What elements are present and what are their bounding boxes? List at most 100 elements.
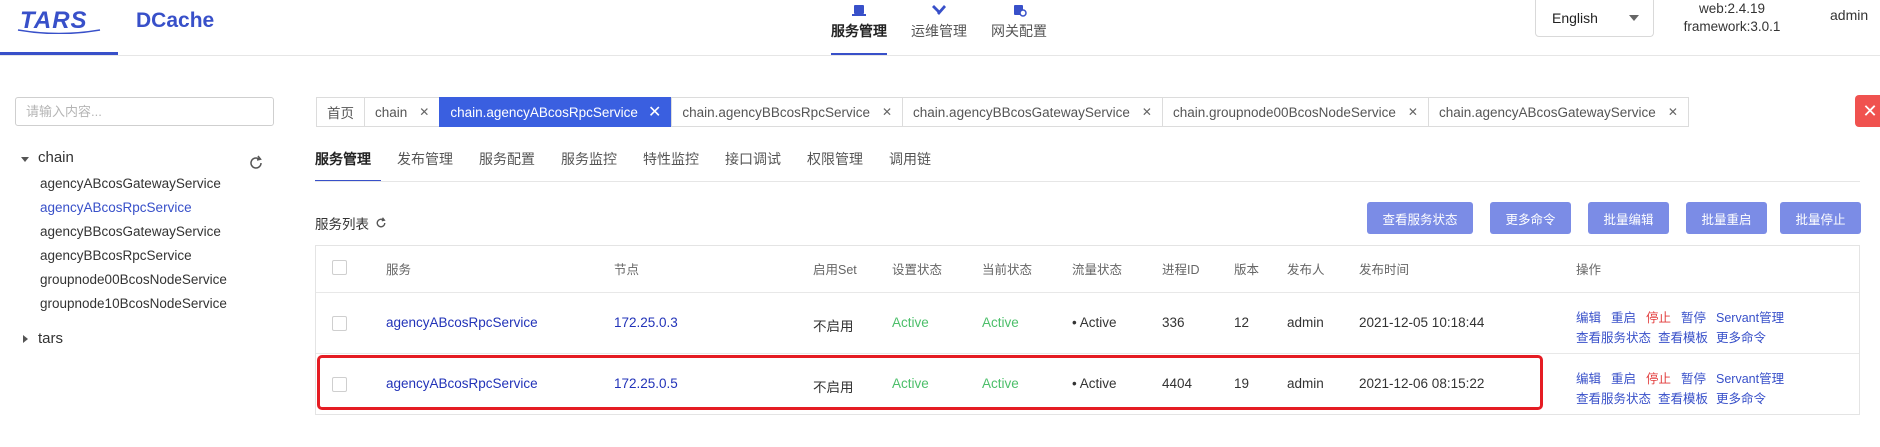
tree-item[interactable]: groupnode00BcosNodeService <box>40 272 227 287</box>
nav-service-management[interactable]: 服务管理 <box>831 0 887 55</box>
tab-agencyBBcosRpcService[interactable]: chain.agencyBBcosRpcService ✕ <box>671 97 903 127</box>
more-commands-link[interactable]: 更多命令 <box>1716 327 1766 346</box>
col-header-pid: 进程ID <box>1162 263 1200 277</box>
subtab-service-monitor[interactable]: 服务监控 <box>561 148 627 182</box>
col-header-version: 版本 <box>1234 263 1260 277</box>
set-cell: 不启用 <box>813 319 854 334</box>
tab-home[interactable]: 首页 <box>316 97 364 127</box>
nav-label: 网关配置 <box>991 23 1047 39</box>
edit-link[interactable]: 编辑 <box>1576 307 1601 326</box>
caret-down-icon[interactable] <box>21 157 29 162</box>
col-header-operations: 操作 <box>1576 263 1602 277</box>
tools-icon <box>932 5 946 15</box>
refresh-icon[interactable] <box>375 217 387 229</box>
close-icon[interactable]: ✕ <box>1142 105 1152 119</box>
caret-right-icon[interactable] <box>23 335 28 343</box>
version-framework: framework:3.0.1 <box>1683 19 1781 34</box>
refresh-icon[interactable] <box>248 155 264 171</box>
dcache-logo-text: DCache <box>136 9 215 32</box>
subtab-call-chain[interactable]: 调用链 <box>889 148 941 182</box>
tree-item[interactable]: groupnode10BcosNodeService <box>40 296 227 311</box>
row-divider <box>316 353 1859 354</box>
pause-link[interactable]: 暂停 <box>1681 368 1706 387</box>
restart-link[interactable]: 重启 <box>1611 368 1636 387</box>
tree-item[interactable]: agencyBBcosGatewayService <box>40 224 221 239</box>
tree-item-selected[interactable]: agencyABcosRpcService <box>40 200 192 215</box>
close-icon[interactable]: ✕ <box>648 102 661 122</box>
col-header-node: 节点 <box>614 263 640 277</box>
nav-gateway-config[interactable]: 网关配置 <box>991 0 1047 55</box>
restart-link[interactable]: 重启 <box>1611 307 1636 326</box>
language-value: English <box>1552 10 1598 26</box>
user-menu[interactable]: admin <box>1830 7 1868 23</box>
view-service-status-button[interactable]: 查看服务状态 <box>1367 202 1473 234</box>
servant-management-link[interactable]: Servant管理 <box>1716 368 1784 387</box>
tab-agencyABcosRpcService[interactable]: chain.agencyABcosRpcService ✕ <box>439 97 672 127</box>
batch-stop-button[interactable]: 批量停止 <box>1780 202 1861 234</box>
node-link[interactable]: 172.25.0.3 <box>614 315 678 330</box>
col-header-flow-state: 流量状态 <box>1072 263 1123 277</box>
col-header-setting-state: 设置状态 <box>892 263 943 277</box>
servant-management-link[interactable]: Servant管理 <box>1716 307 1784 326</box>
tab-chain[interactable]: chain ✕ <box>364 97 440 127</box>
nav-ops-management[interactable]: 运维管理 <box>911 0 967 55</box>
tab-label: chain.groupnode00BcosNodeService <box>1172 104 1396 120</box>
subtab-service-config[interactable]: 服务配置 <box>479 148 545 182</box>
tab-label: chain.agencyBBcosRpcService <box>682 104 870 120</box>
present-state-cell: Active <box>982 315 1019 330</box>
col-header-publish-time: 发布时间 <box>1359 263 1410 277</box>
tars-logo[interactable]: TARS <box>14 4 104 35</box>
highlighted-row-annotation <box>317 355 1543 410</box>
more-commands-link[interactable]: 更多命令 <box>1716 388 1766 407</box>
tab-agencyBBcosGatewayService[interactable]: chain.agencyBBcosGatewayService ✕ <box>902 97 1162 127</box>
pause-link[interactable]: 暂停 <box>1681 307 1706 326</box>
tree-node-chain[interactable]: chain <box>38 149 74 166</box>
close-icon[interactable]: ✕ <box>419 105 429 119</box>
row-checkbox[interactable] <box>332 316 347 331</box>
stop-link[interactable]: 停止 <box>1646 368 1671 387</box>
version-cell: 12 <box>1234 315 1250 330</box>
close-icon[interactable]: ✕ <box>1408 105 1418 119</box>
view-status-link[interactable]: 查看服务状态 <box>1576 388 1651 407</box>
tree-node-tars[interactable]: tars <box>38 330 63 347</box>
top-header: TARS DCache 服务管理 运维管理 网关配置 English web:2… <box>0 0 1880 56</box>
view-template-link[interactable]: 查看模板 <box>1658 327 1708 346</box>
view-status-link[interactable]: 查看服务状态 <box>1576 327 1651 346</box>
close-all-tabs-button[interactable]: ✕ <box>1855 95 1880 127</box>
service-link[interactable]: agencyABcosRpcService <box>386 315 538 330</box>
search-input[interactable] <box>15 97 274 126</box>
tree-item[interactable]: agencyABcosGatewayService <box>40 176 221 191</box>
subtab-service-management[interactable]: 服务管理 <box>315 148 381 182</box>
logo-text: TARS <box>20 7 88 34</box>
more-commands-button[interactable]: 更多命令 <box>1490 202 1571 234</box>
tab-label: 首页 <box>327 106 354 121</box>
stop-link[interactable]: 停止 <box>1646 307 1671 326</box>
version-web: web:2.4.19 <box>1698 1 1766 16</box>
service-list-title: 服务列表 <box>315 213 387 233</box>
pid-cell: 336 <box>1162 315 1185 330</box>
dcache-logo[interactable]: DCache <box>136 4 214 38</box>
tab-groupnode00BcosNodeService[interactable]: chain.groupnode00BcosNodeService ✕ <box>1161 97 1428 127</box>
close-icon: ✕ <box>1862 100 1878 121</box>
select-all-checkbox[interactable] <box>332 260 347 275</box>
batch-edit-button[interactable]: 批量编辑 <box>1588 202 1669 234</box>
close-icon[interactable]: ✕ <box>882 105 892 119</box>
user-name: admin <box>1830 7 1869 23</box>
language-select[interactable]: English <box>1535 0 1654 37</box>
tree-item[interactable]: agencyBBcosRpcService <box>40 248 192 263</box>
subtab-publish-management[interactable]: 发布管理 <box>397 148 463 182</box>
chip-icon <box>852 5 866 16</box>
edit-link[interactable]: 编辑 <box>1576 368 1601 387</box>
view-template-link[interactable]: 查看模板 <box>1658 388 1708 407</box>
col-header-publisher: 发布人 <box>1287 263 1325 277</box>
nav-label: 服务管理 <box>831 23 887 39</box>
batch-restart-button[interactable]: 批量重启 <box>1686 202 1767 234</box>
nav-label: 运维管理 <box>911 23 967 39</box>
close-icon[interactable]: ✕ <box>1668 105 1678 119</box>
tab-agencyABcosGatewayService[interactable]: chain.agencyABcosGatewayService ✕ <box>1427 97 1689 127</box>
subtab-permission-management[interactable]: 权限管理 <box>807 148 873 182</box>
subtab-interface-debug[interactable]: 接口调试 <box>725 148 791 182</box>
subtab-feature-monitor[interactable]: 特性监控 <box>643 148 709 182</box>
publish-time-cell: 2021-12-05 10:18:44 <box>1359 315 1485 330</box>
row-divider <box>316 292 1859 293</box>
